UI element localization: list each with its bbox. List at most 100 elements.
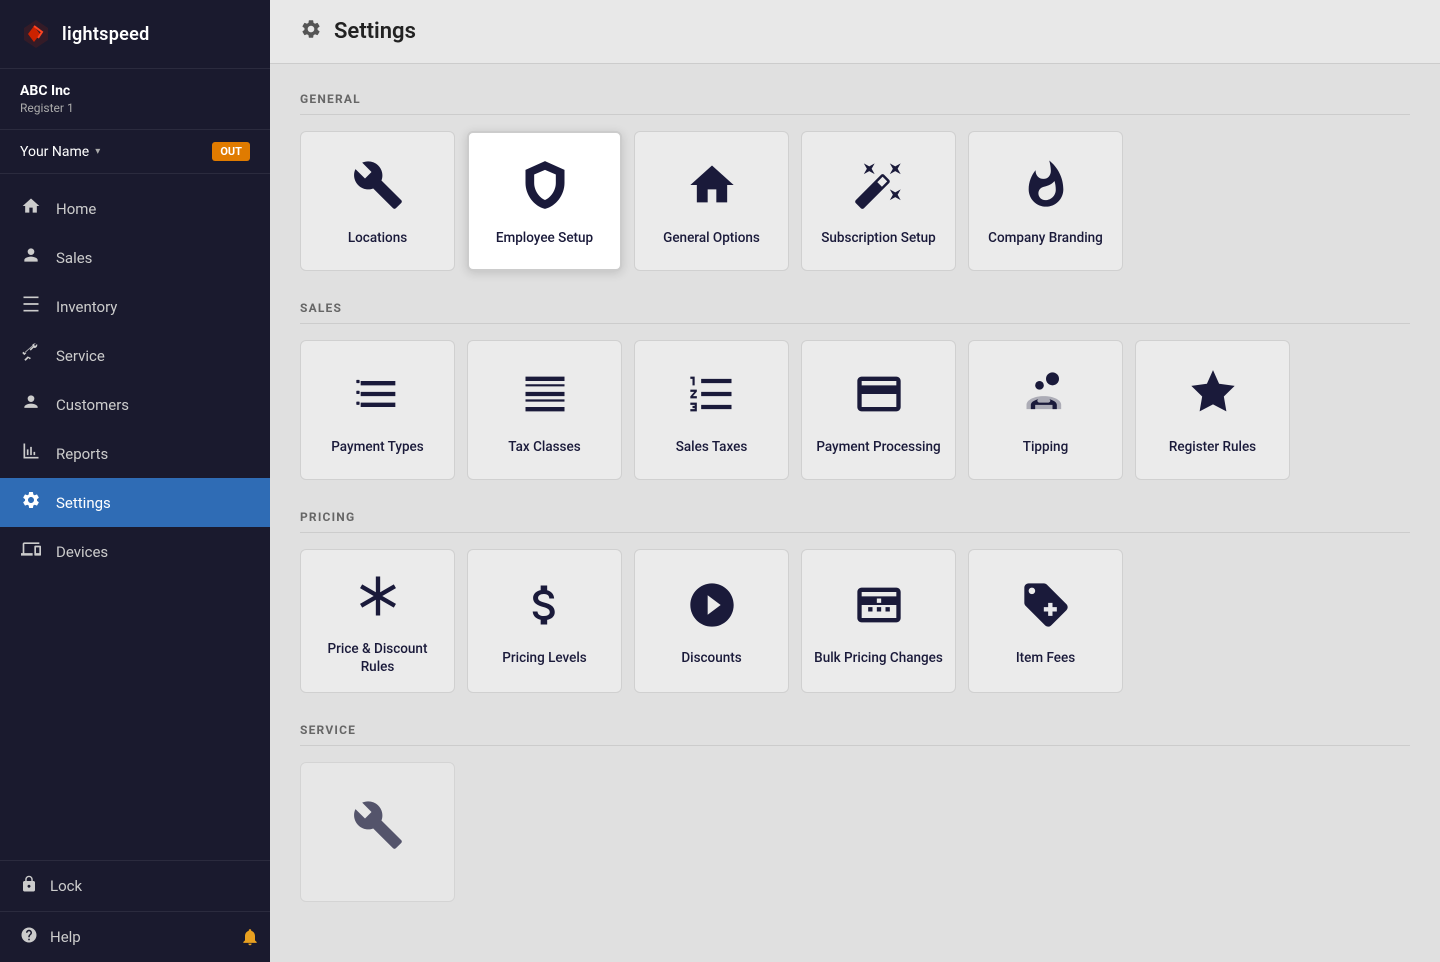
card-company-branding[interactable]: Company Branding [968,131,1123,271]
lock-label: Lock [50,877,82,895]
user-name: Your Name [20,144,89,160]
lock-button[interactable]: Lock [0,861,270,911]
card-item-fees[interactable]: Item Fees [968,549,1123,693]
sidebar-logo: lightspeed [0,0,270,69]
reports-icon [20,441,42,466]
section-pricing: PRICING Price & Discount Rules Pricing L… [300,510,1410,693]
card-price-discount-rules[interactable]: Price & Discount Rules [300,549,455,693]
nav-label-customers: Customers [56,396,129,414]
section-title-general: GENERAL [300,92,1410,115]
star-badge-icon [1187,368,1239,427]
nav-label-home: Home [56,200,96,218]
money-bill-icon [853,579,905,638]
card-locations[interactable]: Locations [300,131,455,271]
service-grid [300,762,1410,902]
card-register-rules[interactable]: Register Rules [1135,340,1290,480]
section-general: GENERAL Locations Employee Setup [300,92,1410,271]
wrench-icon [352,159,404,218]
help-icon [20,926,38,948]
card-label-sales-taxes: Sales Taxes [676,439,748,457]
page-title: Settings [334,19,416,44]
nav-label-devices: Devices [56,543,108,561]
card-label-company-branding: Company Branding [988,230,1103,248]
list-lines-icon [519,368,571,427]
card-general-options[interactable]: General Options [634,131,789,271]
sidebar-item-sales[interactable]: Sales [0,233,270,282]
sidebar-logo-text: lightspeed [62,24,150,45]
help-button[interactable]: Help [0,912,230,962]
card-label-item-fees: Item Fees [1016,650,1075,668]
settings-icon [20,490,42,515]
section-title-pricing: PRICING [300,510,1410,533]
help-label: Help [50,928,81,946]
asterisk-icon [352,570,404,629]
nav-label-inventory: Inventory [56,298,117,316]
card-label-employee-setup: Employee Setup [496,230,593,248]
sidebar-user[interactable]: Your Name ▾ OUT [0,130,270,174]
card-employee-setup[interactable]: Employee Setup [467,131,622,271]
notification-icon[interactable] [230,913,270,961]
nav-label-service: Service [56,347,105,365]
pricing-grid: Price & Discount Rules Pricing Levels Di… [300,549,1410,693]
sales-icon [20,245,42,270]
card-discounts[interactable]: Discounts [634,549,789,693]
user-status-badge: OUT [212,142,250,161]
sales-grid: Payment Types Tax Classes Sales Taxes [300,340,1410,480]
card-pricing-levels[interactable]: Pricing Levels [467,549,622,693]
sidebar-item-home[interactable]: Home [0,184,270,233]
card-label-locations: Locations [348,230,407,248]
wand-icon [853,159,905,218]
service-card-icon [352,799,404,858]
card-label-payment-types: Payment Types [331,439,423,457]
sidebar-footer: Help [0,911,270,962]
dollar-icon [519,579,571,638]
sidebar-item-reports[interactable]: Reports [0,429,270,478]
sidebar-bottom: Lock Help [0,860,270,962]
store-register: Register 1 [20,101,250,115]
card-tax-classes[interactable]: Tax Classes [467,340,622,480]
card-payment-processing[interactable]: Payment Processing [801,340,956,480]
house-icon [686,159,738,218]
card-sales-taxes[interactable]: Sales Taxes [634,340,789,480]
devices-icon [20,539,42,564]
card-label-payment-processing: Payment Processing [816,439,940,457]
numbered-list-icon [686,368,738,427]
tipping-icon [1020,368,1072,427]
card-subscription-setup[interactable]: Subscription Setup [801,131,956,271]
general-grid: Locations Employee Setup General Options [300,131,1410,271]
card-label-subscription-setup: Subscription Setup [821,230,936,248]
main-header: Settings [270,0,1440,64]
content-area: GENERAL Locations Employee Setup [270,64,1440,962]
flame-icon [1020,159,1072,218]
tag-plus-icon [1020,579,1072,638]
card-payment-types[interactable]: Payment Types [300,340,455,480]
nav-label-reports: Reports [56,445,108,463]
card-tipping[interactable]: Tipping [968,340,1123,480]
nav-label-settings: Settings [56,494,111,512]
card-label-tax-classes: Tax Classes [508,439,580,457]
card-bulk-pricing-changes[interactable]: Bulk Pricing Changes [801,549,956,693]
sidebar-item-inventory[interactable]: Inventory [0,282,270,331]
customers-icon [20,392,42,417]
section-service: SERVICE [300,723,1410,902]
section-title-service: SERVICE [300,723,1410,746]
card-label-bulk-pricing-changes: Bulk Pricing Changes [814,650,943,668]
sidebar-item-customers[interactable]: Customers [0,380,270,429]
card-label-general-options: General Options [663,230,760,248]
chevron-circle-icon [686,579,738,638]
user-info[interactable]: Your Name ▾ [20,144,100,160]
home-icon [20,196,42,221]
shield-icon [519,159,571,218]
sidebar-store: ABC Inc Register 1 [0,69,270,130]
card-label-tipping: Tipping [1023,439,1068,457]
sidebar: lightspeed ABC Inc Register 1 Your Name … [0,0,270,962]
section-sales: SALES Payment Types Tax Classes [300,301,1410,480]
nav-label-sales: Sales [56,249,92,267]
sidebar-item-settings[interactable]: Settings [0,478,270,527]
service-icon [20,343,42,368]
inventory-icon [20,294,42,319]
sidebar-item-service[interactable]: Service [0,331,270,380]
card-label-discounts: Discounts [681,650,741,668]
sidebar-item-devices[interactable]: Devices [0,527,270,576]
card-service-placeholder[interactable] [300,762,455,902]
